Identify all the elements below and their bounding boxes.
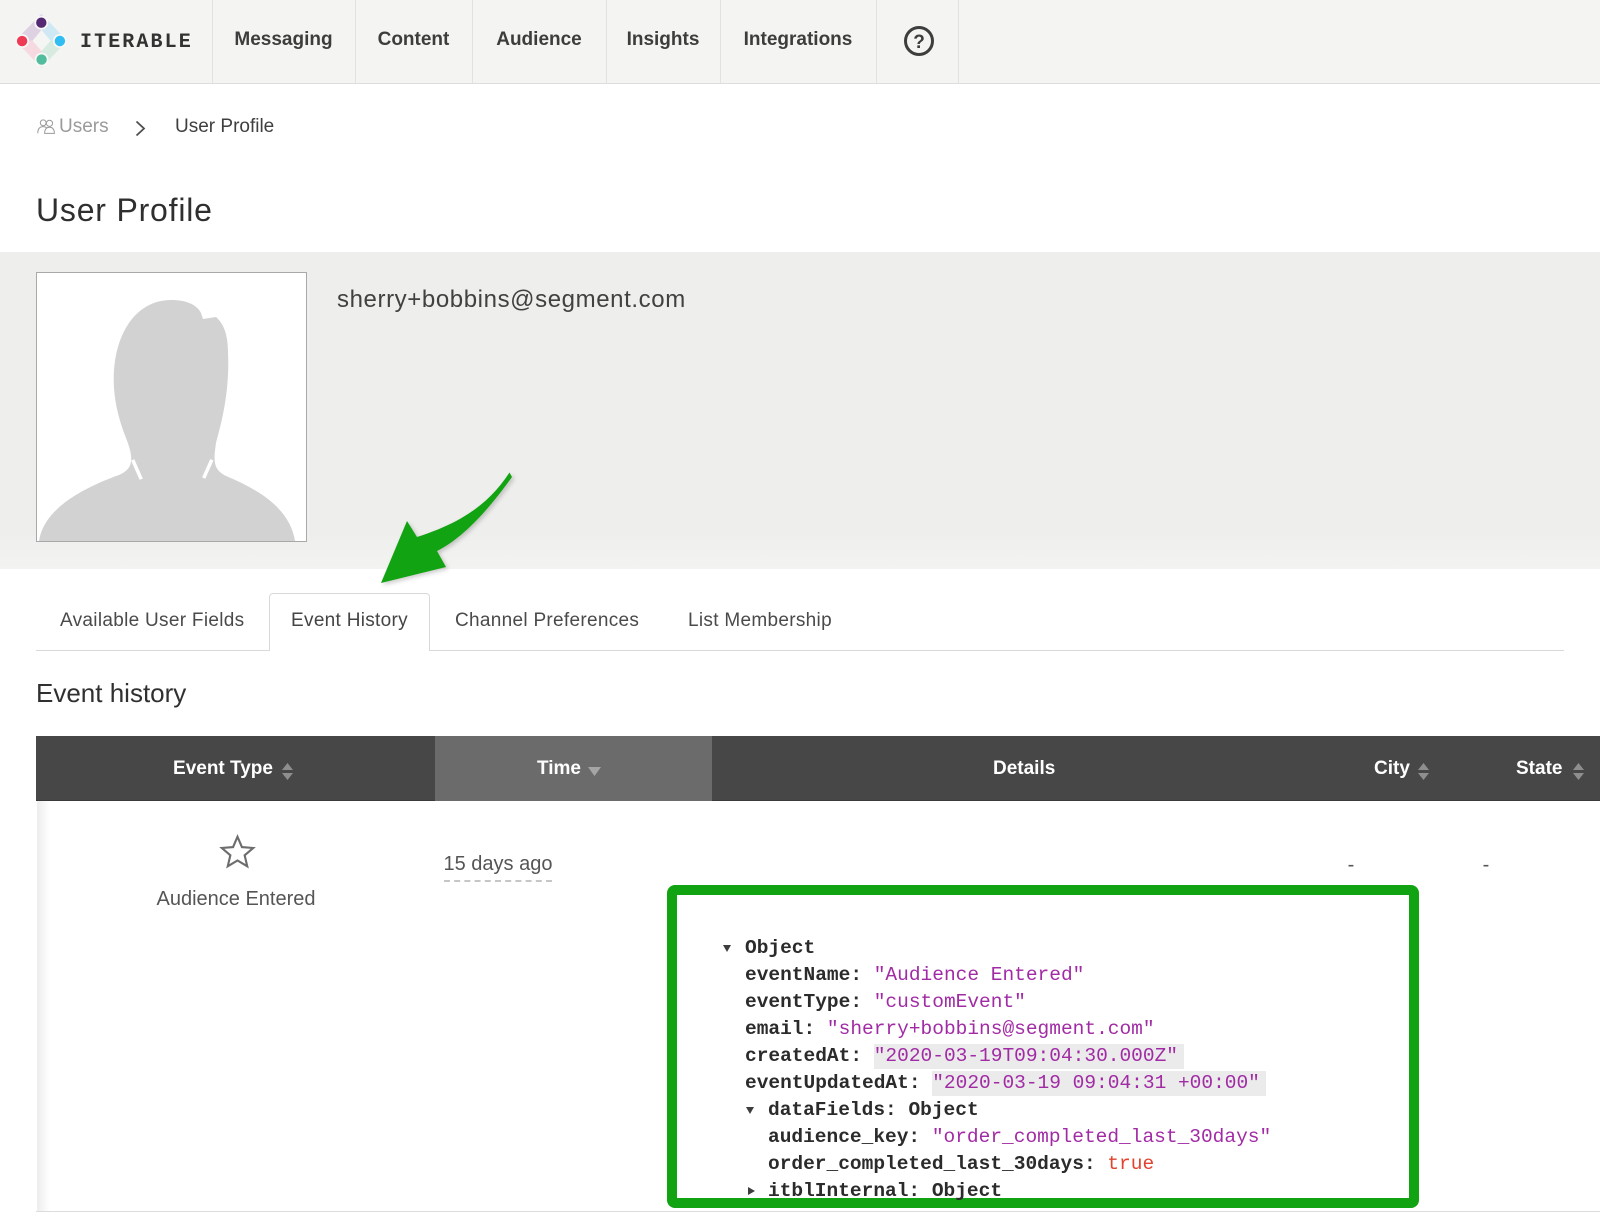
svg-text:?: ? <box>913 32 925 53</box>
